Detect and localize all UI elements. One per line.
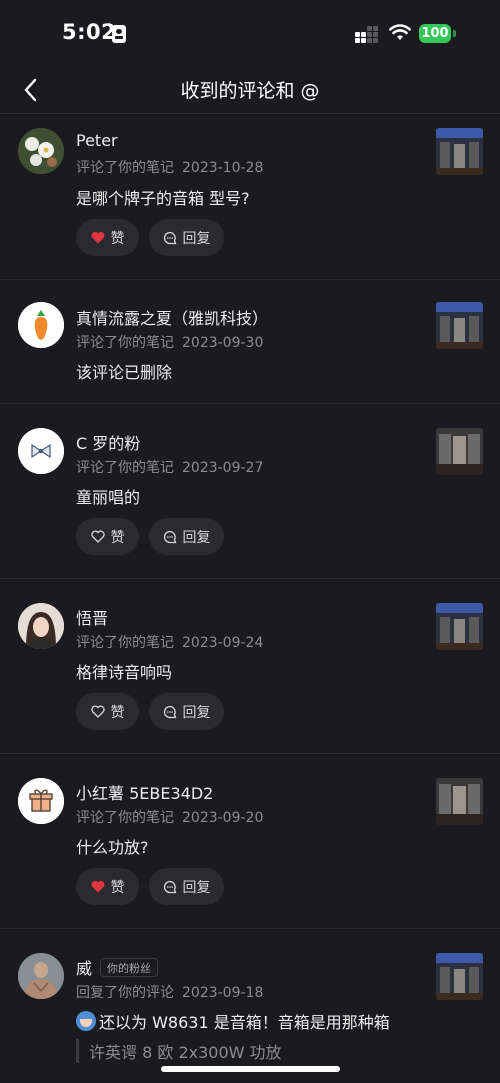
avatar[interactable]	[18, 128, 64, 174]
comment-date: 2023-09-30	[182, 335, 264, 351]
reply-button[interactable]: 回复	[149, 868, 224, 905]
comment-meta: 评论了你的笔记 2023-09-20	[76, 807, 263, 827]
page-title: 收到的评论和 @	[180, 80, 320, 102]
status-bar: 5:02 100	[0, 0, 500, 66]
reply-button[interactable]: 回复	[149, 693, 224, 730]
comment-item[interactable]: Peter 评论了你的笔记 2023-10-28 是哪个牌子的音箱 型号? 赞 回…	[0, 115, 500, 280]
avatar[interactable]	[18, 603, 64, 649]
heart-filled-icon	[91, 231, 104, 244]
like-button[interactable]: 赞	[76, 868, 139, 905]
avatar[interactable]	[18, 953, 64, 999]
comment-text: 还以为 W8631 是音箱！音箱是用那种箱	[76, 1009, 390, 1033]
reply-label: 回复	[182, 529, 211, 546]
comment-item[interactable]: 真情流露之夏（雅凯科技） 评论了你的笔记 2023-09-30 该评论已删除	[0, 280, 500, 404]
comment-text-body: 还以为 W8631 是音箱！音箱是用那种箱	[99, 1013, 390, 1032]
comment-text: 该评论已删除	[76, 363, 173, 382]
comment-date: 2023-09-18	[182, 985, 264, 1001]
chat-bubble-icon	[163, 705, 176, 718]
action-text: 评论了你的笔记	[76, 160, 174, 176]
comment-date: 2023-09-24	[182, 635, 264, 651]
comment-meta: 评论了你的笔记 2023-10-28	[76, 157, 263, 177]
chat-bubble-icon	[163, 231, 176, 244]
reply-label: 回复	[182, 230, 211, 247]
action-text: 评论了你的笔记	[76, 635, 174, 651]
comment-item[interactable]: 悟晋 评论了你的笔记 2023-09-24 格律诗音响吗 赞 回复	[0, 579, 500, 754]
id-card-icon	[112, 25, 126, 43]
comment-item[interactable]: 小红薯 5EBE34D2 评论了你的笔记 2023-09-20 什么功放? 赞 回…	[0, 754, 500, 929]
comment-list: Peter 评论了你的笔记 2023-10-28 是哪个牌子的音箱 型号? 赞 回…	[0, 115, 500, 1083]
avatar[interactable]	[18, 778, 64, 824]
username[interactable]: C 罗的粉	[76, 430, 140, 454]
chat-bubble-icon	[163, 880, 176, 893]
like-label: 赞	[110, 879, 125, 896]
reply-button[interactable]: 回复	[149, 219, 224, 256]
comment-date: 2023-09-27	[182, 460, 264, 476]
note-thumbnail[interactable]	[436, 953, 483, 1000]
avatar[interactable]	[18, 428, 64, 474]
crying-face-emoji-icon	[76, 1011, 96, 1031]
note-thumbnail[interactable]	[436, 428, 483, 475]
comment-meta: 评论了你的笔记 2023-09-30	[76, 332, 263, 352]
username[interactable]: 威你的粉丝	[76, 955, 159, 979]
like-label: 赞	[110, 230, 125, 247]
comment-text: 童丽唱的	[76, 488, 141, 507]
chat-bubble-icon	[163, 530, 176, 543]
reply-label: 回复	[182, 704, 211, 721]
note-thumbnail[interactable]	[436, 128, 483, 175]
fan-badge: 你的粉丝	[100, 958, 159, 977]
avatar[interactable]	[18, 302, 64, 348]
action-text: 评论了你的笔记	[76, 810, 174, 826]
quoted-comment: 许英谔 8 欧 2x300W 功放	[76, 1039, 282, 1063]
like-label: 赞	[110, 704, 125, 721]
like-label: 赞	[110, 529, 125, 546]
comment-meta: 回复了你的评论 2023-09-18	[76, 982, 263, 1002]
comment-text: 格律诗音响吗	[76, 663, 173, 682]
like-button[interactable]: 赞	[76, 693, 139, 730]
action-text: 评论了你的笔记	[76, 460, 174, 476]
like-button[interactable]: 赞	[76, 518, 139, 555]
status-time: 5:02	[62, 20, 117, 44]
comment-meta: 评论了你的笔记 2023-09-27	[76, 457, 263, 477]
heart-outline-icon	[90, 530, 105, 543]
username[interactable]: 悟晋	[76, 605, 108, 629]
reply-label: 回复	[182, 879, 211, 896]
note-thumbnail[interactable]	[436, 302, 483, 349]
comment-date: 2023-09-20	[182, 810, 264, 826]
nav-header: 收到的评论和 @	[0, 66, 500, 114]
comment-meta: 评论了你的笔记 2023-09-24	[76, 632, 263, 652]
battery-indicator: 100	[419, 24, 451, 43]
username-text: 威	[76, 959, 93, 978]
comment-text: 是哪个牌子的音箱 型号?	[76, 189, 250, 208]
heart-filled-icon	[91, 880, 104, 893]
note-thumbnail[interactable]	[436, 778, 483, 825]
battery-tip	[453, 30, 456, 37]
comment-date: 2023-10-28	[182, 160, 264, 176]
comment-text: 什么功放?	[76, 838, 149, 857]
action-text: 评论了你的笔记	[76, 335, 174, 351]
cellular-signal-icon	[355, 26, 379, 43]
note-thumbnail[interactable]	[436, 603, 483, 650]
home-indicator[interactable]	[161, 1066, 340, 1072]
username[interactable]: 小红薯 5EBE34D2	[76, 780, 213, 804]
wifi-icon	[389, 24, 411, 40]
reply-button[interactable]: 回复	[149, 518, 224, 555]
comment-item[interactable]: C 罗的粉 评论了你的笔记 2023-09-27 童丽唱的 赞 回复	[0, 404, 500, 579]
comment-item[interactable]: 威你的粉丝 回复了你的评论 2023-09-18 还以为 W8631 是音箱！音箱…	[0, 929, 500, 1083]
username[interactable]: Peter	[76, 131, 118, 150]
like-button[interactable]: 赞	[76, 219, 139, 256]
action-text: 回复了你的评论	[76, 985, 174, 1001]
username[interactable]: 真情流露之夏（雅凯科技）	[76, 305, 268, 329]
heart-outline-icon	[90, 705, 105, 718]
